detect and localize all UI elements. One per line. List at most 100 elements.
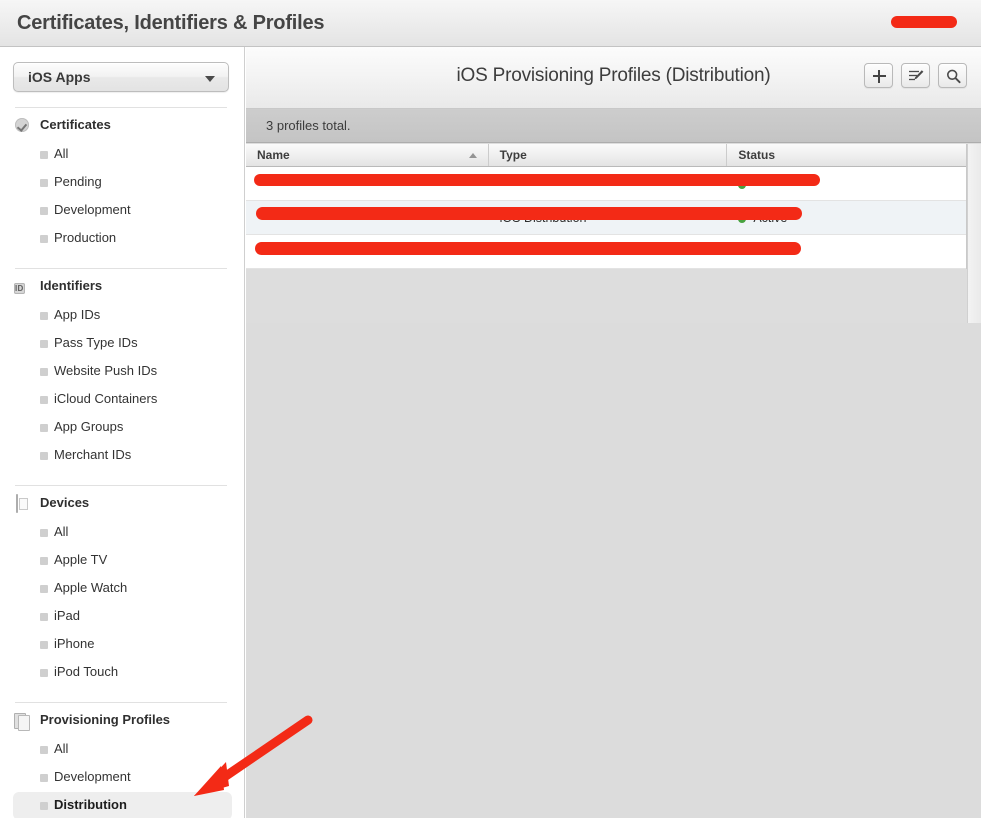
cell-type: iOS Distribution [499, 211, 587, 225]
sidebar-item-profiles-all[interactable]: All [13, 736, 232, 764]
sidebar-group-label: Provisioning Profiles [40, 712, 171, 727]
window-titlebar: Certificates, Identifiers & Profiles [0, 0, 981, 47]
bullet-icon [40, 585, 48, 593]
status-indicator-dot [738, 181, 747, 189]
bullet-icon [40, 207, 48, 215]
main-header: iOS Provisioning Profiles (Distribution) [246, 47, 981, 109]
column-header-type[interactable]: Type [489, 144, 728, 166]
cell-name [246, 201, 489, 234]
sidebar-item-ipod-touch[interactable]: iPod Touch [13, 659, 232, 687]
edit-profiles-button[interactable] [901, 63, 930, 88]
sidebar-item-label: iPad [54, 608, 81, 623]
edit-list-icon [909, 70, 924, 81]
sidebar-item-ipad[interactable]: iPad [13, 603, 232, 631]
table-header-row: Name Type Status [246, 144, 966, 167]
sidebar-item-certificates-production[interactable]: Production [13, 225, 232, 253]
cell-status [727, 235, 966, 268]
sidebar-item-website-push-ids[interactable]: Website Push IDs [13, 358, 232, 386]
cell-name [246, 235, 489, 268]
sidebar-item-label: Distribution [54, 797, 127, 812]
sidebar-item-label: All [54, 741, 69, 756]
bullet-icon [40, 557, 48, 565]
sidebar-item-label: Merchant IDs [54, 447, 132, 462]
sidebar-group-provisioning-profiles: Provisioning Profiles [13, 709, 232, 736]
bullet-icon [40, 613, 48, 621]
bullet-icon [40, 746, 48, 754]
team-select-value: iOS Apps [28, 69, 91, 85]
sidebar-item-certificates-development[interactable]: Development [13, 197, 232, 225]
device-phone-icon [14, 494, 31, 513]
sidebar-item-profiles-development[interactable]: Development [13, 764, 232, 792]
main-empty-area [246, 323, 981, 818]
search-button[interactable] [938, 63, 967, 88]
sidebar-item-pass-type-ids[interactable]: Pass Type IDs [13, 330, 232, 358]
table-scrollbar[interactable] [967, 144, 981, 323]
sidebar-item-certificates-pending[interactable]: Pending [13, 169, 232, 197]
column-header-label: Status [738, 148, 776, 162]
bullet-icon [40, 802, 48, 810]
bullet-icon [40, 774, 48, 782]
cell-status [727, 167, 966, 200]
cell-name [246, 167, 489, 200]
sidebar-group-devices: Devices [13, 492, 232, 519]
content-frame: iOS Apps Certificates All Pending Develo… [0, 47, 981, 818]
sidebar-item-app-ids[interactable]: App IDs [13, 302, 232, 330]
sidebar-group-label: Identifiers [40, 278, 103, 293]
sidebar-item-merchant-ids[interactable]: Merchant IDs [13, 442, 232, 470]
sidebar-item-label: iPhone [54, 636, 95, 651]
sidebar-item-label: Production [54, 230, 117, 245]
sidebar-item-devices-all[interactable]: All [13, 519, 232, 547]
sidebar-item-label: Website Push IDs [54, 363, 158, 378]
sidebar-item-distribution[interactable]: Distribution [13, 792, 232, 818]
sidebar-inner: iOS Apps Certificates All Pending Develo… [13, 47, 232, 818]
sidebar-item-apple-watch[interactable]: Apple Watch [13, 575, 232, 603]
sidebar-item-label: All [54, 146, 69, 161]
certificate-seal-icon [14, 117, 31, 134]
add-profile-button[interactable] [864, 63, 893, 88]
sidebar-item-label: App IDs [54, 307, 101, 322]
sidebar-item-iphone[interactable]: iPhone [13, 631, 232, 659]
sidebar-group-identifiers: ID Identifiers [13, 275, 232, 302]
main-panel: iOS Provisioning Profiles (Distribution) [246, 47, 981, 818]
cell-status: Active [727, 201, 966, 234]
bullet-icon [40, 151, 48, 159]
bullet-icon [40, 179, 48, 187]
sidebar-item-label: All [54, 524, 69, 539]
sidebar-item-icloud-containers[interactable]: iCloud Containers [13, 386, 232, 414]
sidebar-divider [15, 702, 227, 703]
column-header-name[interactable]: Name [246, 144, 489, 166]
sidebar-item-label: Pass Type IDs [54, 335, 138, 350]
bullet-icon [40, 452, 48, 460]
column-header-label: Name [257, 148, 290, 162]
sidebar-item-label: Apple Watch [54, 580, 128, 595]
bullet-icon [40, 424, 48, 432]
bullet-icon [40, 641, 48, 649]
page-title: Certificates, Identifiers & Profiles [17, 12, 325, 34]
bullet-icon [40, 396, 48, 404]
table-row[interactable] [246, 235, 966, 269]
sidebar-item-label: iCloud Containers [54, 391, 158, 406]
search-icon [946, 69, 961, 84]
profile-count-text: 3 profiles total. [266, 118, 351, 133]
sidebar-group-certificates: Certificates [13, 114, 232, 141]
table-row[interactable] [246, 167, 966, 201]
sort-ascending-icon [468, 153, 477, 158]
bullet-icon [40, 368, 48, 376]
sidebar-item-certificates-all[interactable]: All [13, 141, 232, 169]
sidebar-divider [15, 485, 227, 486]
cell-type [489, 167, 728, 200]
sidebar-group-label: Devices [40, 495, 90, 510]
bullet-icon [40, 312, 48, 320]
column-header-status[interactable]: Status [727, 144, 966, 166]
bullet-icon [40, 529, 48, 537]
sidebar-item-label: App Groups [54, 419, 124, 434]
titlebar-redaction-mark [891, 16, 957, 28]
table-row[interactable]: iOS Distribution Active [246, 201, 966, 235]
sidebar-item-app-groups[interactable]: App Groups [13, 414, 232, 442]
app-window: Certificates, Identifiers & Profiles iOS… [0, 0, 981, 818]
bullet-icon [40, 669, 48, 677]
document-pages-icon [14, 712, 31, 729]
sidebar-item-apple-tv[interactable]: Apple TV [13, 547, 232, 575]
team-select-dropdown[interactable]: iOS Apps [13, 62, 229, 92]
status-label: Active [753, 211, 788, 225]
